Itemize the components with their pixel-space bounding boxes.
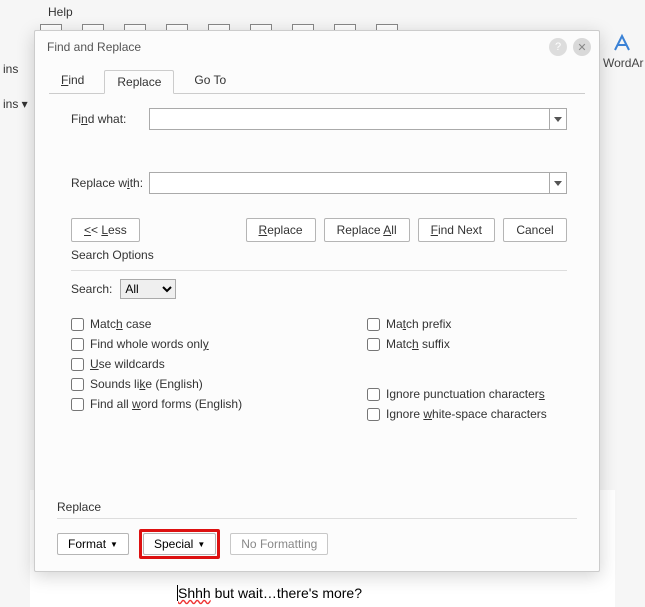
format-button[interactable]: Format▼ xyxy=(57,533,129,555)
dialog-title: Find and Replace xyxy=(47,40,543,54)
ribbon-addins-fragment: ins xyxy=(3,62,18,76)
replace-with-label: Replace with: xyxy=(71,176,149,190)
no-formatting-button: No Formatting xyxy=(230,533,328,555)
ignore-ws-checkbox[interactable] xyxy=(367,408,380,421)
find-what-dropdown[interactable] xyxy=(549,108,567,130)
replace-button[interactable]: Replace xyxy=(246,218,316,242)
find-what-label: Find what: xyxy=(71,112,149,126)
ignore-punct-checkbox[interactable] xyxy=(367,388,380,401)
triangle-down-icon: ▼ xyxy=(110,540,118,549)
match-prefix-label: Match prefix xyxy=(386,317,451,331)
wordart-label: WordAr xyxy=(603,56,643,70)
ignore-ws-label: Ignore white-space characters xyxy=(386,407,547,421)
chevron-down-icon xyxy=(554,181,562,186)
replace-section-label: Replace xyxy=(57,500,577,514)
word-forms-checkbox[interactable] xyxy=(71,398,84,411)
find-next-button[interactable]: Find Next xyxy=(418,218,495,242)
search-direction-label: Search: xyxy=(71,282,112,296)
replace-with-dropdown[interactable] xyxy=(549,172,567,194)
find-what-input[interactable] xyxy=(149,108,549,130)
replace-with-input[interactable] xyxy=(149,172,549,194)
tab-find[interactable]: Find xyxy=(49,69,96,93)
whole-words-label: Find whole words only xyxy=(90,337,209,351)
special-button[interactable]: Special▼ xyxy=(143,533,216,555)
special-button-highlight: Special▼ xyxy=(139,529,220,559)
wildcards-checkbox[interactable] xyxy=(71,358,84,371)
dialog-tabs: Find Replace Go To xyxy=(35,63,599,93)
less-button[interactable]: << Less xyxy=(71,218,140,242)
match-case-label: Match case xyxy=(90,317,151,331)
match-prefix-checkbox[interactable] xyxy=(367,318,380,331)
whole-words-checkbox[interactable] xyxy=(71,338,84,351)
ribbon-addins-dropdown-fragment[interactable]: ins ▾ xyxy=(3,97,28,111)
triangle-down-icon: ▼ xyxy=(197,540,205,549)
help-menu[interactable]: Help xyxy=(42,3,79,21)
word-forms-label: Find all word forms (English) xyxy=(90,397,242,411)
search-options-label: Search Options xyxy=(71,248,567,262)
match-case-checkbox[interactable] xyxy=(71,318,84,331)
cancel-button[interactable]: Cancel xyxy=(503,218,567,242)
wordart-button[interactable]: WordAr xyxy=(603,32,641,70)
sounds-like-checkbox[interactable] xyxy=(71,378,84,391)
help-icon[interactable]: ? xyxy=(549,38,567,56)
sounds-like-label: Sounds like (English) xyxy=(90,377,203,391)
wildcards-label: Use wildcards xyxy=(90,357,165,371)
match-suffix-checkbox[interactable] xyxy=(367,338,380,351)
ignore-punct-label: Ignore punctuation characters xyxy=(386,387,545,401)
search-direction-select[interactable]: All xyxy=(120,279,176,299)
tab-goto[interactable]: Go To xyxy=(182,69,238,93)
close-icon[interactable]: ✕ xyxy=(573,38,591,56)
match-suffix-label: Match suffix xyxy=(386,337,450,351)
wordart-icon xyxy=(611,32,633,54)
replace-all-button[interactable]: Replace All xyxy=(324,218,410,242)
document-text[interactable]: Shhh but wait…there's more? xyxy=(177,585,362,601)
find-replace-dialog: Find and Replace ? ✕ Find Replace Go To … xyxy=(34,30,600,572)
chevron-down-icon xyxy=(554,117,562,122)
tab-replace[interactable]: Replace xyxy=(104,70,174,94)
